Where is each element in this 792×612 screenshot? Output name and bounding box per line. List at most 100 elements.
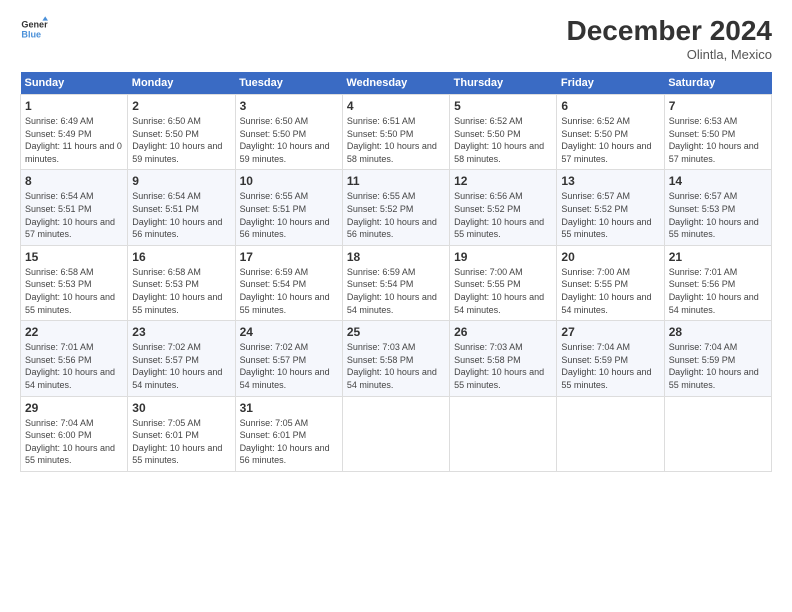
calendar-cell: 16 Sunrise: 6:58 AM Sunset: 5:53 PM Dayli… bbox=[128, 245, 235, 320]
day-info: Sunrise: 6:55 AM Sunset: 5:51 PM Dayligh… bbox=[240, 190, 338, 240]
day-number: 15 bbox=[25, 250, 123, 264]
calendar-cell: 8Sunrise: 6:54 AM Sunset: 5:51 PM Daylig… bbox=[21, 170, 128, 245]
day-info: Sunrise: 6:55 AM Sunset: 5:52 PM Dayligh… bbox=[347, 190, 445, 240]
day-number: 17 bbox=[240, 250, 338, 264]
day-number: 30 bbox=[132, 401, 230, 415]
day-number: 2 bbox=[132, 99, 230, 113]
calendar-cell: 10 Sunrise: 6:55 AM Sunset: 5:51 PM Dayli… bbox=[235, 170, 342, 245]
day-number: 10 bbox=[240, 174, 338, 188]
calendar-cell: 11 Sunrise: 6:55 AM Sunset: 5:52 PM Dayli… bbox=[342, 170, 449, 245]
calendar-cell bbox=[342, 396, 449, 471]
day-number: 26 bbox=[454, 325, 552, 339]
header-row: Sunday Monday Tuesday Wednesday Thursday… bbox=[21, 72, 772, 95]
calendar-week-2: 8Sunrise: 6:54 AM Sunset: 5:51 PM Daylig… bbox=[21, 170, 772, 245]
calendar-cell: 27 Sunrise: 7:04 AM Sunset: 5:59 PM Dayli… bbox=[557, 321, 664, 396]
logo-icon: General Blue bbox=[20, 15, 48, 43]
calendar-cell: 5 Sunrise: 6:52 AM Sunset: 5:50 PM Daylig… bbox=[450, 95, 557, 170]
calendar-cell: 2 Sunrise: 6:50 AM Sunset: 5:50 PM Daylig… bbox=[128, 95, 235, 170]
calendar-week-4: 22Sunrise: 7:01 AM Sunset: 5:56 PM Dayli… bbox=[21, 321, 772, 396]
day-number: 6 bbox=[561, 99, 659, 113]
calendar-cell bbox=[557, 396, 664, 471]
col-monday: Monday bbox=[128, 72, 235, 95]
calendar-cell: 17 Sunrise: 6:59 AM Sunset: 5:54 PM Dayli… bbox=[235, 245, 342, 320]
page-header: General Blue December 2024 Olintla, Mexi… bbox=[20, 15, 772, 62]
calendar-cell: 19Sunrise: 7:00 AM Sunset: 5:55 PM Dayli… bbox=[450, 245, 557, 320]
day-number: 12 bbox=[454, 174, 552, 188]
calendar-cell: 23Sunrise: 7:02 AM Sunset: 5:57 PM Dayli… bbox=[128, 321, 235, 396]
day-info: Sunrise: 7:03 AM Sunset: 5:58 PM Dayligh… bbox=[347, 341, 445, 391]
day-info: Sunrise: 6:53 AM Sunset: 5:50 PM Dayligh… bbox=[669, 115, 767, 165]
day-info: Sunrise: 6:52 AM Sunset: 5:50 PM Dayligh… bbox=[454, 115, 552, 165]
calendar-cell: 30 Sunrise: 7:05 AM Sunset: 6:01 PM Dayli… bbox=[128, 396, 235, 471]
col-thursday: Thursday bbox=[450, 72, 557, 95]
calendar-cell: 20 Sunrise: 7:00 AM Sunset: 5:55 PM Dayli… bbox=[557, 245, 664, 320]
month-title: December 2024 bbox=[567, 15, 772, 47]
calendar-cell: 3Sunrise: 6:50 AM Sunset: 5:50 PM Daylig… bbox=[235, 95, 342, 170]
day-number: 21 bbox=[669, 250, 767, 264]
day-info: Sunrise: 6:51 AM Sunset: 5:50 PM Dayligh… bbox=[347, 115, 445, 165]
day-info: Sunrise: 6:57 AM Sunset: 5:52 PM Dayligh… bbox=[561, 190, 659, 240]
calendar-cell: 28 Sunrise: 7:04 AM Sunset: 5:59 PM Dayli… bbox=[664, 321, 771, 396]
day-info: Sunrise: 7:04 AM Sunset: 5:59 PM Dayligh… bbox=[669, 341, 767, 391]
day-number: 27 bbox=[561, 325, 659, 339]
calendar-cell: 7Sunrise: 6:53 AM Sunset: 5:50 PM Daylig… bbox=[664, 95, 771, 170]
day-info: Sunrise: 6:57 AM Sunset: 5:53 PM Dayligh… bbox=[669, 190, 767, 240]
day-info: Sunrise: 6:58 AM Sunset: 5:53 PM Dayligh… bbox=[25, 266, 123, 316]
day-number: 16 bbox=[132, 250, 230, 264]
day-number: 9 bbox=[132, 174, 230, 188]
day-info: Sunrise: 7:00 AM Sunset: 5:55 PM Dayligh… bbox=[561, 266, 659, 316]
day-number: 3 bbox=[240, 99, 338, 113]
day-info: Sunrise: 7:05 AM Sunset: 6:01 PM Dayligh… bbox=[132, 417, 230, 467]
day-number: 28 bbox=[669, 325, 767, 339]
calendar-cell: 15 Sunrise: 6:58 AM Sunset: 5:53 PM Dayli… bbox=[21, 245, 128, 320]
calendar-cell: 18Sunrise: 6:59 AM Sunset: 5:54 PM Dayli… bbox=[342, 245, 449, 320]
day-info: Sunrise: 6:58 AM Sunset: 5:53 PM Dayligh… bbox=[132, 266, 230, 316]
day-info: Sunrise: 6:59 AM Sunset: 5:54 PM Dayligh… bbox=[240, 266, 338, 316]
location: Olintla, Mexico bbox=[567, 47, 772, 62]
day-info: Sunrise: 6:54 AM Sunset: 5:51 PM Dayligh… bbox=[132, 190, 230, 240]
logo: General Blue bbox=[20, 15, 48, 43]
calendar-cell: 9 Sunrise: 6:54 AM Sunset: 5:51 PM Daylig… bbox=[128, 170, 235, 245]
calendar-cell: 1 Sunrise: 6:49 AM Sunset: 5:49 PM Daylig… bbox=[21, 95, 128, 170]
day-info: Sunrise: 7:02 AM Sunset: 5:57 PM Dayligh… bbox=[132, 341, 230, 391]
calendar-cell bbox=[664, 396, 771, 471]
calendar-week-3: 15 Sunrise: 6:58 AM Sunset: 5:53 PM Dayli… bbox=[21, 245, 772, 320]
day-number: 29 bbox=[25, 401, 123, 415]
calendar-cell: 26 Sunrise: 7:03 AM Sunset: 5:58 PM Dayli… bbox=[450, 321, 557, 396]
calendar-cell: 21 Sunrise: 7:01 AM Sunset: 5:56 PM Dayli… bbox=[664, 245, 771, 320]
day-info: Sunrise: 6:54 AM Sunset: 5:51 PM Dayligh… bbox=[25, 190, 123, 240]
calendar-cell: 13 Sunrise: 6:57 AM Sunset: 5:52 PM Dayli… bbox=[557, 170, 664, 245]
calendar-cell bbox=[450, 396, 557, 471]
day-number: 1 bbox=[25, 99, 123, 113]
day-info: Sunrise: 6:52 AM Sunset: 5:50 PM Dayligh… bbox=[561, 115, 659, 165]
day-info: Sunrise: 7:02 AM Sunset: 5:57 PM Dayligh… bbox=[240, 341, 338, 391]
day-info: Sunrise: 7:04 AM Sunset: 5:59 PM Dayligh… bbox=[561, 341, 659, 391]
day-number: 24 bbox=[240, 325, 338, 339]
col-saturday: Saturday bbox=[664, 72, 771, 95]
page-container: General Blue December 2024 Olintla, Mexi… bbox=[0, 0, 792, 482]
day-number: 11 bbox=[347, 174, 445, 188]
title-block: December 2024 Olintla, Mexico bbox=[567, 15, 772, 62]
day-number: 14 bbox=[669, 174, 767, 188]
day-number: 5 bbox=[454, 99, 552, 113]
day-info: Sunrise: 7:05 AM Sunset: 6:01 PM Dayligh… bbox=[240, 417, 338, 467]
day-info: Sunrise: 7:04 AM Sunset: 6:00 PM Dayligh… bbox=[25, 417, 123, 467]
day-info: Sunrise: 6:50 AM Sunset: 5:50 PM Dayligh… bbox=[132, 115, 230, 165]
day-number: 25 bbox=[347, 325, 445, 339]
day-number: 13 bbox=[561, 174, 659, 188]
col-wednesday: Wednesday bbox=[342, 72, 449, 95]
day-number: 4 bbox=[347, 99, 445, 113]
calendar-cell: 4 Sunrise: 6:51 AM Sunset: 5:50 PM Daylig… bbox=[342, 95, 449, 170]
col-friday: Friday bbox=[557, 72, 664, 95]
day-number: 18 bbox=[347, 250, 445, 264]
calendar-cell: 24 Sunrise: 7:02 AM Sunset: 5:57 PM Dayli… bbox=[235, 321, 342, 396]
day-info: Sunrise: 6:49 AM Sunset: 5:49 PM Dayligh… bbox=[25, 115, 123, 165]
calendar-cell: 12Sunrise: 6:56 AM Sunset: 5:52 PM Dayli… bbox=[450, 170, 557, 245]
calendar-cell: 31Sunrise: 7:05 AM Sunset: 6:01 PM Dayli… bbox=[235, 396, 342, 471]
calendar-cell: 6 Sunrise: 6:52 AM Sunset: 5:50 PM Daylig… bbox=[557, 95, 664, 170]
day-info: Sunrise: 7:01 AM Sunset: 5:56 PM Dayligh… bbox=[669, 266, 767, 316]
day-info: Sunrise: 7:03 AM Sunset: 5:58 PM Dayligh… bbox=[454, 341, 552, 391]
day-number: 20 bbox=[561, 250, 659, 264]
day-info: Sunrise: 7:01 AM Sunset: 5:56 PM Dayligh… bbox=[25, 341, 123, 391]
calendar-cell: 22Sunrise: 7:01 AM Sunset: 5:56 PM Dayli… bbox=[21, 321, 128, 396]
